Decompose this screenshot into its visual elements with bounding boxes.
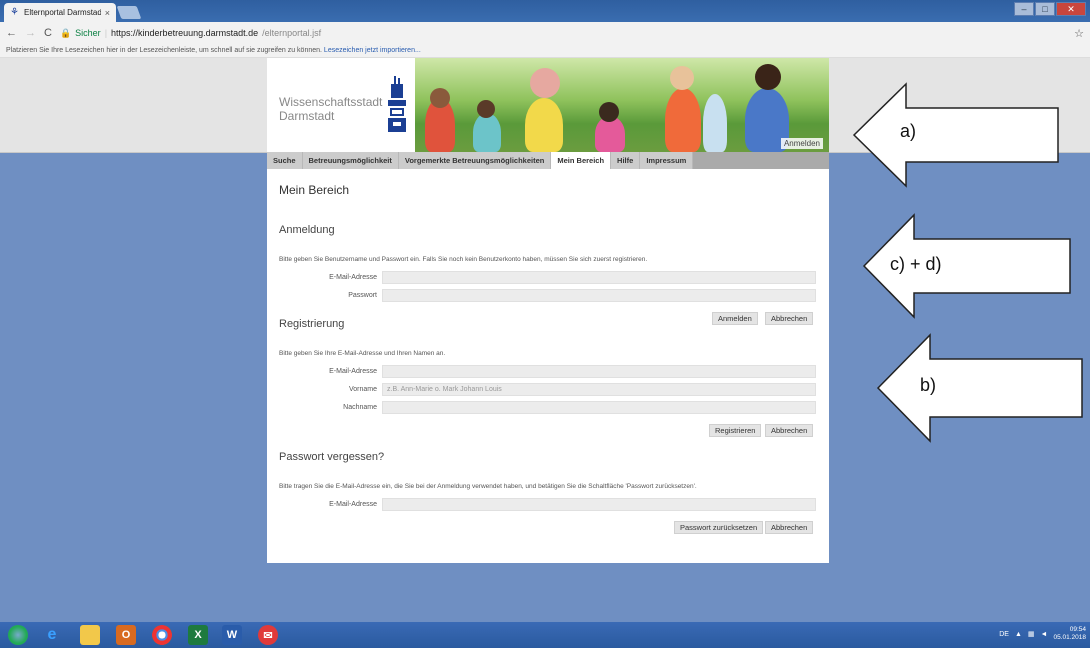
forgot-email-label: E-Mail-Adresse [329,501,377,508]
reload-icon[interactable]: C [44,27,52,39]
login-info: Bitte geben Sie Benutzername und Passwor… [279,256,648,263]
tab-title: Elternportal Darmstadt [24,8,101,17]
annotation-arrow-a [852,82,1059,188]
outlook-icon[interactable]: O [116,625,136,645]
system-tray: DE ▲ ▦ ◄ 09:54 05.01.2018 [999,626,1086,642]
lock-icon: 🔒 [59,27,72,38]
tab-hilfe[interactable]: Hilfe [611,152,641,169]
main-content: Mein Bereich Anmeldung Bitte geben Sie B… [267,169,829,563]
register-email-field[interactable] [382,365,816,378]
import-bookmarks-link[interactable]: Lesezeichen jetzt importieren... [324,47,421,54]
city-crest-icon [388,76,406,132]
logo-line2: Darmstadt [279,109,335,123]
register-cancel-button[interactable]: Abbrechen [765,424,814,437]
login-heading: Anmeldung [279,224,335,236]
browser-toolbar: ← → C 🔒 Sicher | https://kinderbetreuung… [0,22,1090,44]
file-explorer-icon[interactable] [80,625,100,645]
tab-suche[interactable]: Suche [267,152,303,169]
internet-explorer-icon[interactable]: e [42,625,62,645]
forgot-heading: Passwort vergessen? [279,451,385,463]
url-host: https://kinderbetreuung.darmstadt.de [111,28,259,38]
annotation-label-a: a) [900,121,917,141]
back-icon[interactable]: ← [6,27,17,39]
windows-taskbar: e O X W ✉ DE ▲ ▦ ◄ 09:54 05.01.2018 [0,622,1090,648]
header-photo-children: Anmelden [415,58,829,152]
login-email-field[interactable] [382,271,816,284]
login-cancel-button[interactable]: Abbrechen [765,312,814,325]
tab-impressum[interactable]: Impressum [640,152,694,169]
logo-line1: Wissenschaftsstadt [279,95,383,109]
login-email-label: E-Mail-Adresse [329,274,377,281]
annotation-arrow-b [876,333,1083,443]
register-info: Bitte geben Sie Ihre E-Mail-Adresse und … [279,350,446,357]
tab-mein-bereich[interactable]: Mein Bereich [551,152,612,169]
address-separator: | [104,28,108,38]
tab-betreuungsmoeglichkeit[interactable]: Betreuungsmöglichkeit [303,152,399,169]
new-tab-button[interactable] [116,6,142,19]
forward-icon[interactable]: → [25,27,36,39]
page-title: Mein Bereich [279,183,350,197]
clock-time: 09:54 [1069,626,1086,633]
bookmark-bar: Platzieren Sie Ihre Lesezeichen hier in … [0,44,1090,58]
register-lastname-label: Nachname [343,404,377,411]
tab-vorgemerkte[interactable]: Vorgemerkte Betreuungsmöglichkeiten [399,152,552,169]
register-firstname-field[interactable]: z.B. Ann-Marie o. Mark Johann Louis [382,383,816,396]
site-header: Wissenschaftsstadt Darmstadt Anmelden [267,58,829,152]
register-firstname-label: Vorname [348,386,377,393]
login-password-field[interactable] [382,289,816,302]
register-lastname-field[interactable] [382,401,816,414]
volume-icon[interactable]: ◄ [1041,631,1048,638]
register-heading: Registrierung [279,318,345,330]
start-button-icon[interactable] [8,625,28,645]
login-submit-button[interactable]: Anmelden [712,312,758,325]
annotation-label-cd: c) + d) [890,254,942,274]
register-submit-button[interactable]: Registrieren [709,424,762,437]
address-bar[interactable]: 🔒 Sicher | https://kinderbetreuung.darms… [60,25,1066,41]
bookmark-star-icon[interactable]: ☆ [1074,27,1084,40]
bookmark-hint: Platzieren Sie Ihre Lesezeichen hier in … [6,47,322,54]
browser-tabstrip: ⚘ Elternportal Darmstadt × – □ ✕ [0,0,1090,22]
nav-filler [693,152,829,169]
excel-icon[interactable]: X [188,625,208,645]
forgot-email-field[interactable] [382,498,816,511]
chrome-icon[interactable] [152,625,172,645]
secure-label: Sicher [75,28,101,38]
register-email-label: E-Mail-Adresse [329,368,377,375]
browser-tab[interactable]: ⚘ Elternportal Darmstadt × [4,3,116,22]
forgot-info: Bitte tragen Sie die E-Mail-Adresse ein,… [279,483,697,490]
word-icon[interactable]: W [222,625,242,645]
url-path: /elternportal.jsf [262,28,322,38]
site-favicon-icon: ⚘ [10,6,19,18]
clock-date: 05.01.2018 [1053,634,1086,641]
city-logo-text[interactable]: Wissenschaftsstadt Darmstadt [279,95,382,123]
clock[interactable]: 09:54 05.01.2018 [1053,626,1086,642]
forgot-cancel-button[interactable]: Abbrechen [765,521,814,534]
maximize-icon[interactable]: □ [1035,2,1055,16]
network-icon[interactable]: ▦ [1028,630,1035,638]
window-controls: – □ ✕ [1014,2,1086,16]
minimize-icon[interactable]: – [1014,2,1034,16]
language-indicator[interactable]: DE [999,631,1009,638]
tab-close-icon[interactable]: × [105,8,110,18]
reset-password-button[interactable]: Passwort zurücksetzen [674,521,764,534]
window-close-icon[interactable]: ✕ [1056,2,1086,16]
annotation-label-b: b) [920,375,937,395]
tray-expand-icon[interactable]: ▲ [1015,631,1022,638]
login-password-label: Passwort [348,292,377,299]
header-login-link[interactable]: Anmelden [780,138,823,149]
main-nav: Suche Betreuungsmöglichkeit Vorgemerkte … [267,152,829,169]
mail-app-icon[interactable]: ✉ [258,625,278,645]
